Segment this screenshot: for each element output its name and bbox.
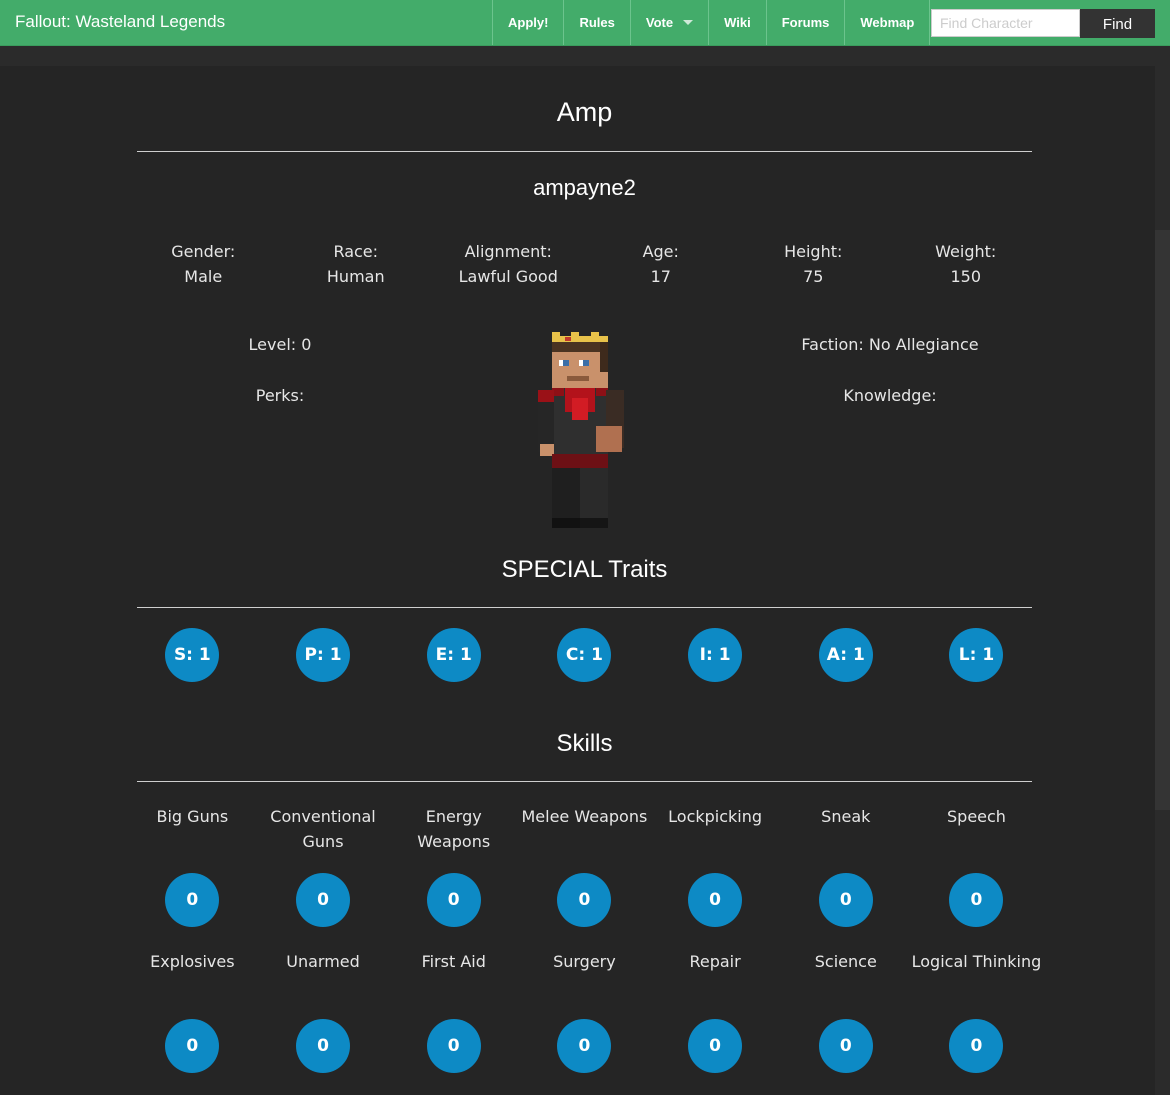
info-label: Height:	[784, 242, 843, 261]
skill-value-badge: 0	[165, 873, 220, 927]
skill-name: Conventional Guns	[270, 807, 376, 851]
character-faction: Faction: No Allegiance	[801, 335, 979, 354]
skill-value-badge: 0	[165, 1019, 220, 1073]
skill-name: First Aid	[421, 952, 486, 971]
trait-luck-badge: L: 1	[949, 628, 1004, 682]
skill-name: Surgery	[553, 952, 616, 971]
skill-value-badge: 0	[688, 1019, 743, 1073]
info-gender: Gender: Male	[127, 239, 280, 289]
special-traits-row: S: 1 P: 1 E: 1 C: 1 I: 1 A: 1 L: 1	[127, 628, 1042, 682]
nav-webmap[interactable]: Webmap	[844, 0, 931, 45]
divider	[137, 607, 1032, 608]
nav-rules[interactable]: Rules	[563, 0, 629, 45]
trait-endurance-badge: E: 1	[426, 628, 481, 682]
nav-vote[interactable]: Vote	[629, 0, 708, 45]
skill-value-badge: 0	[426, 1019, 481, 1073]
info-label: Race:	[333, 242, 379, 261]
skills-heading: Skills	[556, 730, 613, 757]
skill-name: Big Guns	[156, 807, 229, 826]
skill-name: Science	[814, 952, 877, 971]
skill-value-badge: 0	[818, 873, 873, 927]
info-label: Weight:	[935, 242, 997, 261]
skill-name: Speech	[947, 807, 1006, 826]
info-label: Age:	[642, 242, 679, 261]
skill-value-badge: 0	[949, 1019, 1004, 1073]
special-heading: SPECIAL Traits	[501, 556, 668, 583]
divider	[137, 781, 1032, 782]
skill-value-badge: 0	[949, 873, 1004, 927]
trait-charisma-badge: C: 1	[557, 628, 612, 682]
nav-forums[interactable]: Forums	[765, 0, 845, 45]
site-brand[interactable]: Fallout: Wasteland Legends	[15, 12, 225, 32]
info-age: Age: 17	[585, 239, 738, 289]
skill-value-badge: 0	[426, 873, 481, 927]
character-knowledge: Knowledge:	[843, 386, 937, 405]
info-value: 75	[803, 267, 824, 286]
nav-vote-label: Vote	[645, 15, 674, 30]
info-race: Race: Human	[280, 239, 433, 289]
skill-value-badge: 0	[296, 1019, 351, 1073]
character-name: Amp	[556, 97, 613, 127]
skill-name: Lockpicking	[668, 807, 763, 826]
skills-labels-row-1: Big Guns Conventional Guns Energy Weapon…	[127, 804, 1042, 854]
nav-menu: Apply! Rules Vote Wiki Forums Webmap	[492, 0, 931, 45]
info-value: Lawful Good	[458, 267, 558, 286]
skills-values-row-1: 0 0 0 0 0 0 0	[127, 873, 1042, 927]
divider	[137, 151, 1032, 152]
info-label: Gender:	[171, 242, 236, 261]
trait-intelligence-badge: I: 1	[688, 628, 743, 682]
character-search: Find	[931, 9, 1155, 38]
character-level: Level: 0	[248, 335, 312, 354]
skill-name: Melee Weapons	[521, 807, 648, 826]
info-height: Height: 75	[737, 239, 890, 289]
skill-name: Repair	[689, 952, 741, 971]
info-value: Human	[326, 267, 385, 286]
info-value: 17	[650, 267, 671, 286]
skill-name: Energy Weapons	[417, 807, 491, 851]
trait-strength-badge: S: 1	[165, 628, 220, 682]
nav-wiki[interactable]: Wiki	[708, 0, 766, 45]
info-value: Male	[184, 267, 223, 286]
skill-value-badge: 0	[557, 873, 612, 927]
trait-agility-badge: A: 1	[818, 628, 873, 682]
info-label: Alignment:	[464, 242, 552, 261]
skill-value-badge: 0	[818, 1019, 873, 1073]
trait-perception-badge: P: 1	[296, 628, 351, 682]
skill-name: Explosives	[150, 952, 235, 971]
skills-labels-row-2: Explosives Unarmed First Aid Surgery Rep…	[127, 949, 1042, 974]
skill-value-badge: 0	[557, 1019, 612, 1073]
info-value: 150	[950, 267, 982, 286]
background-edge	[1154, 230, 1170, 810]
search-input[interactable]	[931, 9, 1080, 37]
top-navbar: Fallout: Wasteland Legends Apply! Rules …	[0, 0, 1170, 46]
skill-value-badge: 0	[296, 873, 351, 927]
character-skin-avatar	[538, 332, 624, 528]
character-info-row: Gender: Male Race: Human Alignment: Lawf…	[127, 239, 1042, 289]
find-button[interactable]: Find	[1080, 9, 1155, 38]
info-weight: Weight: 150	[890, 239, 1043, 289]
nav-apply[interactable]: Apply!	[492, 0, 563, 45]
skill-name: Logical Thinking	[911, 952, 1042, 971]
info-alignment: Alignment: Lawful Good	[432, 239, 585, 289]
character-perks: Perks:	[255, 386, 305, 405]
chevron-down-icon	[683, 20, 694, 25]
skill-name: Unarmed	[286, 952, 360, 971]
player-username: ampayne2	[533, 175, 636, 200]
skill-name: Sneak	[821, 807, 871, 826]
skills-values-row-2: 0 0 0 0 0 0 0	[127, 1019, 1042, 1073]
skill-value-badge: 0	[688, 873, 743, 927]
